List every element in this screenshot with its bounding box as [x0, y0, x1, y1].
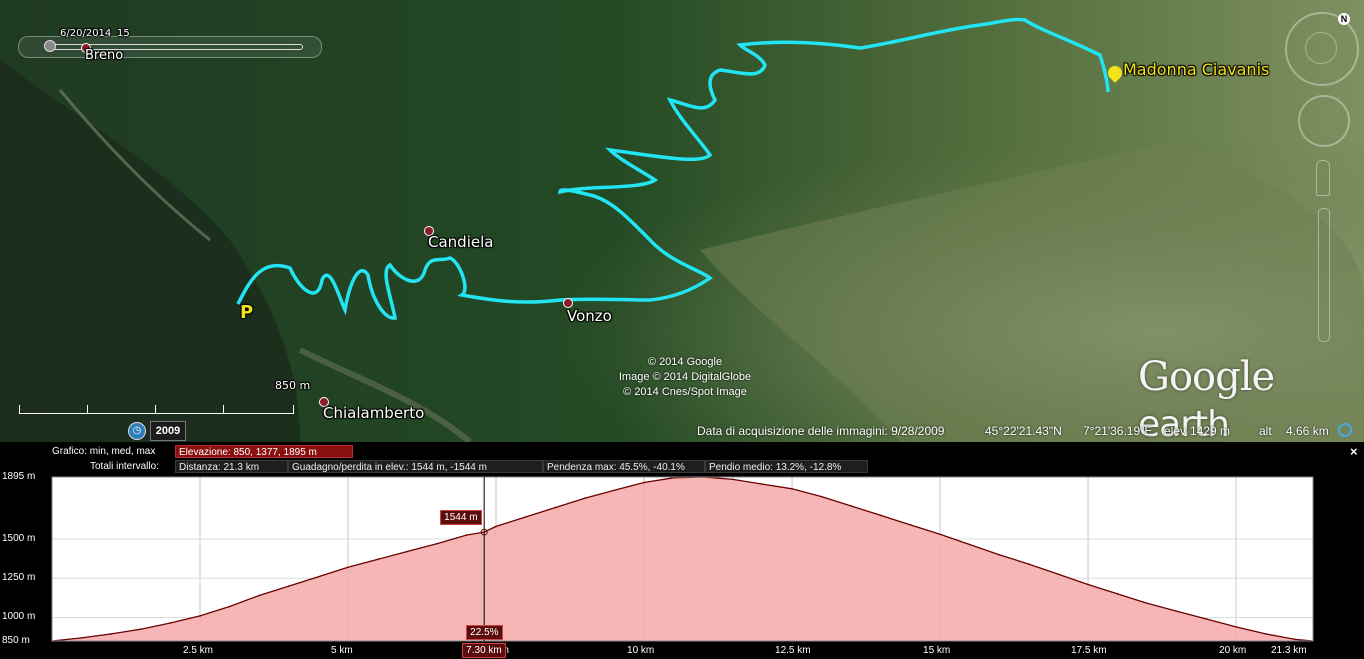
- place-label-vonzo[interactable]: Vonzo: [567, 307, 612, 325]
- scale-label: 850 m: [275, 379, 311, 392]
- elevation-profile-panel: [0, 442, 1364, 659]
- x-tick-label: 5 km: [331, 645, 353, 656]
- close-profile-button[interactable]: ×: [1350, 444, 1358, 459]
- time-slider-end: 15: [117, 28, 130, 39]
- acquisition-date: Data di acquisizione delle immagini: 9/2…: [697, 424, 945, 438]
- y-tick-label: 850 m: [2, 635, 30, 646]
- logo-google-text: Google: [1138, 354, 1275, 400]
- profile-stats-label: Grafico: min, med, max: [52, 446, 156, 457]
- elevation-stats-box[interactable]: Elevazione: 850, 1377, 1895 m: [175, 445, 353, 458]
- start-marker-icon[interactable]: P: [240, 302, 253, 323]
- streaming-status-icon: [1338, 423, 1352, 437]
- imagery-year-button[interactable]: 2009: [150, 421, 186, 441]
- credit-digitalglobe: Image © 2014 DigitalGlobe: [618, 371, 752, 383]
- x-tick-label: 12.5 km: [775, 645, 811, 656]
- x-tick-label: 17.5 km: [1071, 645, 1107, 656]
- x-tick-label: 15 km: [923, 645, 951, 656]
- place-label-breno[interactable]: Breno: [85, 48, 123, 63]
- range-totals-label: Totali intervallo:: [90, 461, 159, 472]
- x-tick-label: 10 km: [627, 645, 655, 656]
- imagery-credits: © 2014 Google Image © 2014 DigitalGlobe …: [590, 355, 780, 400]
- cursor-distance-tag: 7.30 km: [462, 643, 506, 658]
- time-slider-date: 6/20/2014: [60, 28, 112, 39]
- y-tick-label: 1250 m: [2, 572, 36, 584]
- y-tick-label: 1895 m: [2, 471, 36, 482]
- y-tick-label: 1500 m: [2, 532, 36, 544]
- time-slider-handle[interactable]: [44, 40, 56, 52]
- move-navigation-ring[interactable]: [1298, 95, 1350, 147]
- destination-label[interactable]: Madonna Ciavanis: [1123, 60, 1269, 79]
- cursor-elevation-tag: 1544 m: [440, 510, 482, 526]
- north-compass-icon[interactable]: N: [1338, 13, 1350, 25]
- altitude-readout: 4.66 km: [1286, 424, 1329, 438]
- x-tick-label: 21.3 km: [1271, 645, 1307, 656]
- scale-bar: [19, 403, 294, 414]
- credit-cnes: © 2014 Cnes/Spot Image: [623, 386, 747, 398]
- place-label-chialamberto[interactable]: Chialamberto: [323, 404, 424, 422]
- zoom-slider[interactable]: [1318, 208, 1330, 342]
- historical-imagery-clock-icon[interactable]: ◷: [128, 422, 146, 440]
- max-slope-stat[interactable]: Pendenza max: 45.5%, -40.1%: [543, 460, 705, 473]
- elevation-readout: 1429 m: [1190, 424, 1231, 438]
- altitude-label: alt: [1259, 424, 1272, 438]
- y-tick-label: 1000 m: [2, 611, 36, 623]
- distance-stat[interactable]: Distanza: 21.3 km: [175, 460, 288, 473]
- map-view[interactable]: 6/20/2014 15 Breno Candiela Vonzo Chiala…: [0, 0, 1364, 442]
- credit-google: © 2014 Google: [647, 356, 723, 368]
- place-label-candiela[interactable]: Candiela: [428, 233, 493, 251]
- x-tick-label: 20 km: [1219, 645, 1247, 656]
- longitude-readout: 7°21'36.19"E: [1083, 424, 1153, 438]
- look-joystick[interactable]: [1305, 32, 1337, 64]
- cursor-slope-tag: 22.5%: [466, 625, 503, 640]
- x-tick-label: 2.5 km: [183, 645, 214, 656]
- elevation-label: elev: [1164, 424, 1187, 438]
- time-slider[interactable]: [18, 36, 322, 58]
- street-view-pegman-icon[interactable]: [1316, 160, 1330, 196]
- latitude-readout: 45°22'21.43"N: [985, 424, 1062, 438]
- gain-loss-stat[interactable]: Guadagno/perdita in elev.: 1544 m, -1544…: [288, 460, 543, 473]
- avg-slope-stat[interactable]: Pendio medio: 13.2%, -12.8%: [705, 460, 868, 473]
